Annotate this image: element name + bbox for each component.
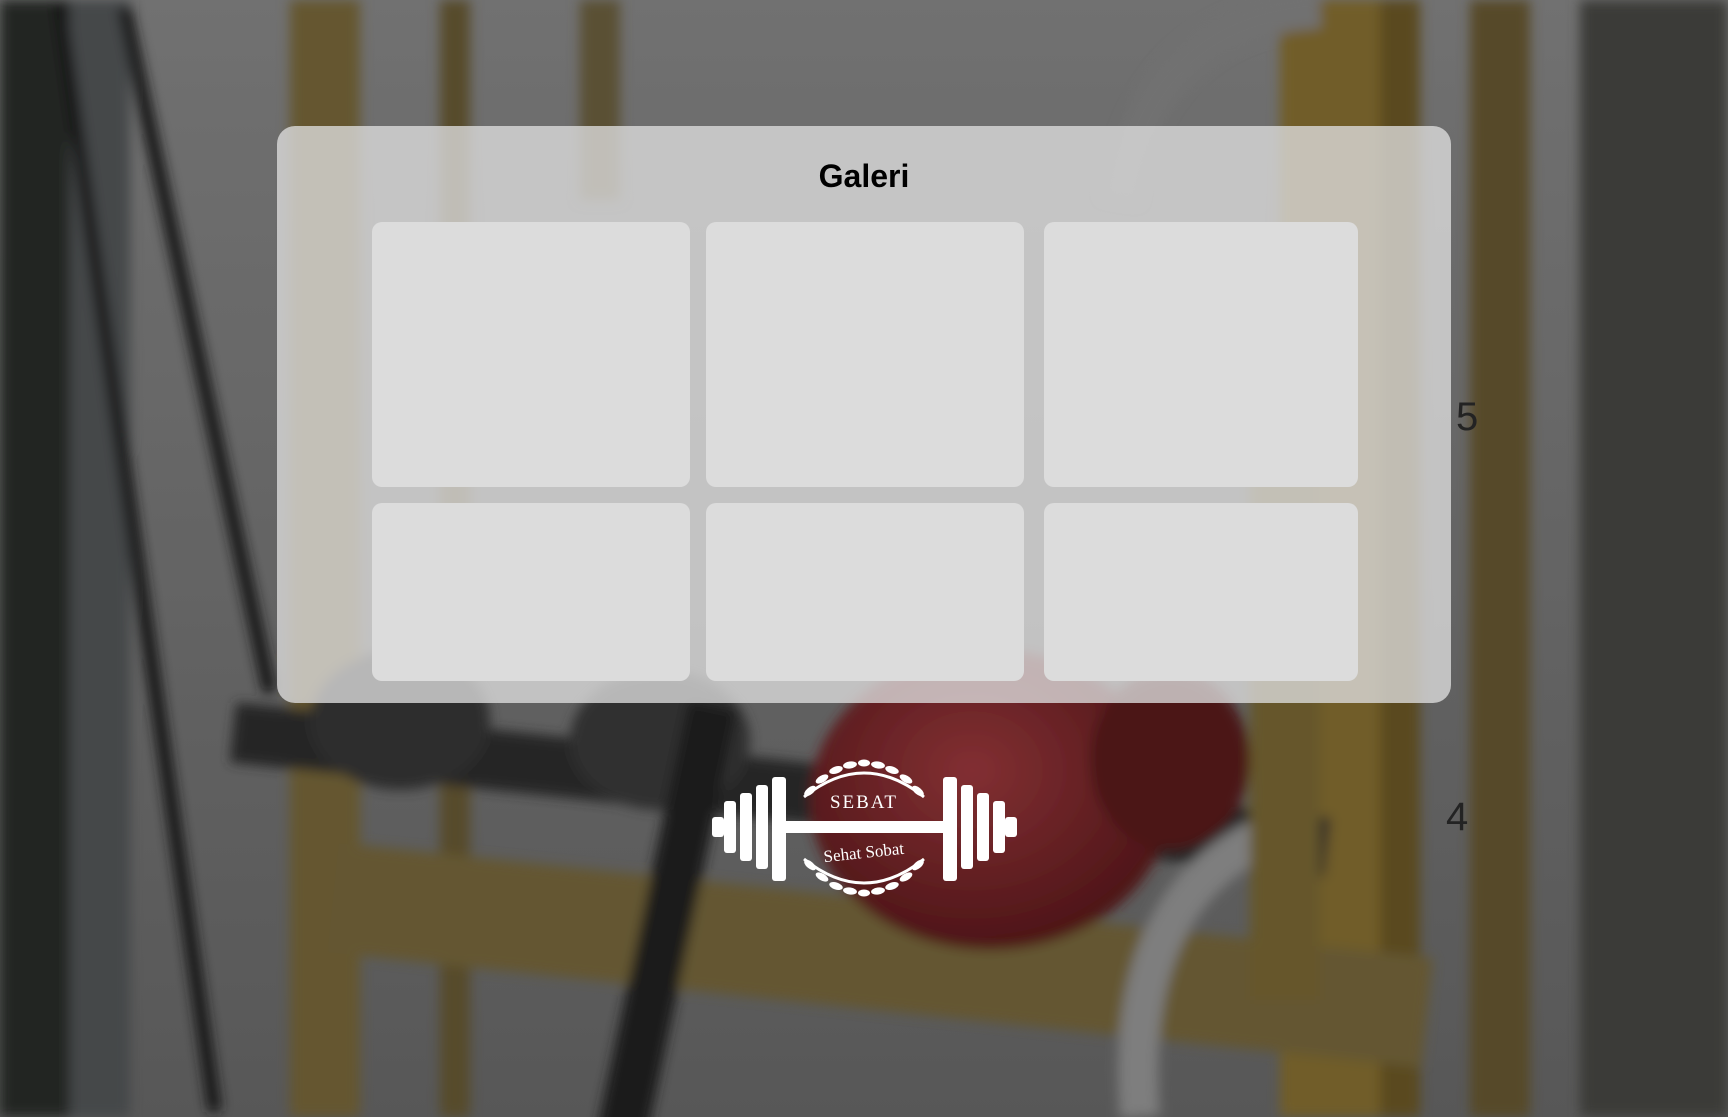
gallery-grid bbox=[372, 222, 1360, 681]
logo-top-text: SEBAT bbox=[830, 792, 898, 813]
gallery-tile-2[interactable] bbox=[706, 222, 1024, 487]
logo-bottom-text: Sehat Sobat bbox=[823, 839, 906, 866]
barbell-laurel-icon[interactable]: SEBAT Sehat Sobat bbox=[712, 755, 1017, 900]
page-title: Galeri bbox=[818, 158, 910, 194]
gallery-tile-4[interactable] bbox=[372, 503, 690, 681]
gallery-panel: Galeri bbox=[277, 126, 1451, 703]
gallery-tile-1[interactable] bbox=[372, 222, 690, 487]
gallery-tile-3[interactable] bbox=[1044, 222, 1358, 487]
logo-graphic: SEBAT Sehat Sobat bbox=[712, 759, 1017, 897]
gallery-tile-5[interactable] bbox=[706, 503, 1024, 681]
gallery-tile-6[interactable] bbox=[1044, 503, 1358, 681]
